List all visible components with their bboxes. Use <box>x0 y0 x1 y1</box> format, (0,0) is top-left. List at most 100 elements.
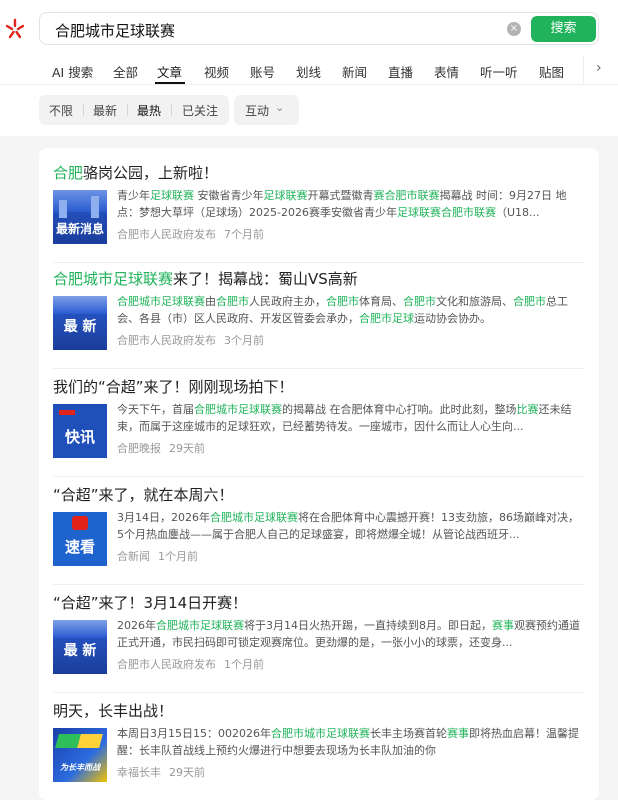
highlighted-text: 足球联赛 <box>263 189 308 202</box>
highlighted-text: 足球联赛 <box>150 189 194 202</box>
tab-highlights[interactable]: 划线 <box>296 62 321 81</box>
highlighted-text: 赛事 <box>492 619 514 632</box>
result-snippet: 本周日3月15日15：002026年合肥市城市足球联赛长丰主场赛首轮赛事即将热血… <box>117 725 585 759</box>
text-segment: “合超”来了！3月14日开赛！ <box>53 594 248 612</box>
result-divider <box>53 584 585 585</box>
result-divider <box>53 692 585 693</box>
thumb-sky <box>53 620 107 638</box>
result-title[interactable]: 合肥骆岗公园，上新啦！ <box>53 162 218 183</box>
result-title[interactable]: “合超”来了！3月14日开赛！ <box>53 592 247 613</box>
result-snippet: 合肥城市足球联赛由合肥市人民政府主办，合肥市体育局、合肥市文化和旅游局、合肥市总… <box>117 293 585 327</box>
tab-articles[interactable]: 文章 <box>157 62 182 81</box>
highlighted-text: 赛事 <box>446 727 469 740</box>
tab-news[interactable]: 新闻 <box>342 62 367 81</box>
result-time: 7个月前 <box>224 228 264 241</box>
tabs-more-button[interactable]: › <box>583 56 618 84</box>
result-source[interactable]: 合肥晚报 <box>117 442 161 455</box>
clear-icon[interactable]: × <box>507 22 521 36</box>
tab-bar: AI 搜索 全部 文章 视频 账号 划线 新闻 直播 表情 听一听 贴图 › <box>0 56 618 84</box>
tab-all[interactable]: 全部 <box>113 62 138 81</box>
result-meta: 合肥晚报 29天前 <box>117 440 205 456</box>
result-thumbnail[interactable]: 最新消息 <box>53 190 107 244</box>
result-meta: 合肥市人民政府发布 7个月前 <box>117 226 264 242</box>
highlighted-text: 合肥城市足球联赛 <box>117 295 205 308</box>
text-segment: 的揭幕战 在合肥体育中心打响。此时此刻，整场 <box>282 403 517 416</box>
result-meta: 合肥市人民政府发布 1个月前 <box>117 656 264 672</box>
interact-dropdown[interactable]: 互动 ⌄ <box>234 95 299 125</box>
interact-label: 互动 <box>245 104 270 118</box>
result-source[interactable]: 幸福长丰 <box>117 766 161 779</box>
text-segment: 安徽省青少年 <box>194 189 264 202</box>
result-meta: 合新闻 1个月前 <box>117 548 198 564</box>
result-title[interactable]: 合肥城市足球联赛来了！揭幕战：蜀山VS高新 <box>53 268 358 289</box>
sogou-logo-icon[interactable] <box>4 18 26 40</box>
result-meta: 幸福长丰 29天前 <box>117 764 205 780</box>
tab-listen[interactable]: 听一听 <box>480 62 518 81</box>
tab-live[interactable]: 直播 <box>388 62 413 81</box>
sort-filter-group: 不限 最新 最热 已关注 <box>39 95 229 125</box>
text-segment: 开幕式暨徽青 <box>307 189 374 202</box>
results-list: 合肥骆岗公园，上新啦！ 最新消息 青少年足球联赛 安徽省青少年足球联赛开幕式暨徽… <box>39 148 599 800</box>
result-snippet: 青少年足球联赛 安徽省青少年足球联赛开幕式暨徽青赛合肥市联赛揭幕战 时间：9月2… <box>117 187 585 221</box>
tab-stickers[interactable]: 表情 <box>434 62 459 81</box>
result-thumbnail[interactable]: 最 新 <box>53 296 107 350</box>
top-bar: 合肥城市足球联赛 × 搜索 AI 搜索 全部 文章 视频 账号 划线 新闻 直播… <box>0 0 618 136</box>
result-time: 29天前 <box>169 766 205 779</box>
result-source[interactable]: 合肥市人民政府发布 <box>117 228 216 241</box>
highlighted-text: 合肥市城市足球联赛 <box>270 727 370 740</box>
result-thumbnail[interactable]: 快讯 <box>53 404 107 458</box>
tabs-divider <box>0 84 618 85</box>
filter-any[interactable]: 不限 <box>49 102 73 119</box>
text-segment: 青少年 <box>117 189 150 202</box>
thumb-label: 最新消息 <box>55 222 104 236</box>
search-box: 合肥城市足球联赛 × 搜索 <box>39 12 599 45</box>
thumb-label: 快讯 <box>64 428 95 446</box>
text-segment: 3月14日，2026年 <box>117 511 210 524</box>
result-divider <box>53 476 585 477</box>
thumb-label: 最 新 <box>63 319 97 335</box>
highlighted-text: 合肥城市足球联赛 <box>156 619 244 632</box>
thumb-building <box>59 200 67 218</box>
text-segment: 由 <box>205 295 216 308</box>
text-segment: 将于3月14日火热开踢，一直持续到8月。即日起， <box>244 619 492 632</box>
result-title[interactable]: “合超”来了，就在本周六！ <box>53 484 234 505</box>
chevron-down-icon: ⌄ <box>275 101 285 114</box>
result-source[interactable]: 合肥市人民政府发布 <box>117 334 216 347</box>
highlighted-text: 合肥市 <box>403 295 436 308</box>
tab-ai-search[interactable]: AI 搜索 <box>52 62 93 81</box>
tab-videos[interactable]: 视频 <box>204 62 229 81</box>
result-time: 3个月前 <box>224 334 264 347</box>
highlighted-text: 足球联赛 <box>396 206 441 219</box>
tab-accounts[interactable]: 账号 <box>250 62 275 81</box>
result-thumbnail[interactable]: 速看 <box>53 512 107 566</box>
filter-hottest[interactable]: 最热 <box>137 102 161 119</box>
filter-latest[interactable]: 最新 <box>93 102 117 119</box>
text-segment: 体育局、 <box>359 295 403 308</box>
filter-followed[interactable]: 已关注 <box>182 102 218 119</box>
result-title[interactable]: 我们的“合超”来了！刚刚现场拍下！ <box>53 376 294 397</box>
highlighted-text: 赛 <box>373 189 385 202</box>
result-time: 1个月前 <box>158 550 198 563</box>
filter-separator <box>127 104 128 116</box>
result-thumbnail[interactable]: 为长丰而战 <box>53 728 107 782</box>
result-thumbnail[interactable]: 最 新 <box>53 620 107 674</box>
search-button[interactable]: 搜索 <box>531 16 596 42</box>
search-input[interactable]: 合肥城市足球联赛 <box>55 20 175 41</box>
result-title[interactable]: 明天，长丰出战！ <box>53 700 173 721</box>
text-segment: 今天下午，首届 <box>117 403 194 416</box>
result-snippet: 今天下午，首届合肥城市足球联赛的揭幕战 在合肥体育中心打响。此时此刻，整场比赛还… <box>117 401 585 435</box>
highlighted-text: 合肥城市足球联赛 <box>53 270 174 288</box>
text-segment: 长丰主场赛首轮 <box>369 727 447 740</box>
highlighted-text: 合肥市联赛 <box>440 206 496 219</box>
result-source[interactable]: 合新闻 <box>117 550 150 563</box>
thumb-badge <box>72 516 88 530</box>
text-segment: 文化和旅游局、 <box>436 295 513 308</box>
thumb-tag <box>59 410 75 415</box>
result-source[interactable]: 合肥市人民政府发布 <box>117 658 216 671</box>
highlighted-text: 合肥 <box>53 164 84 182</box>
tab-images[interactable]: 贴图 <box>539 62 564 81</box>
text-segment: 本周日3月15日15：002026年 <box>117 727 271 740</box>
thumb-label: 为长丰而战 <box>60 763 100 772</box>
text-segment: （U18... <box>495 206 540 219</box>
highlighted-text: 合肥市足球 <box>359 312 414 325</box>
